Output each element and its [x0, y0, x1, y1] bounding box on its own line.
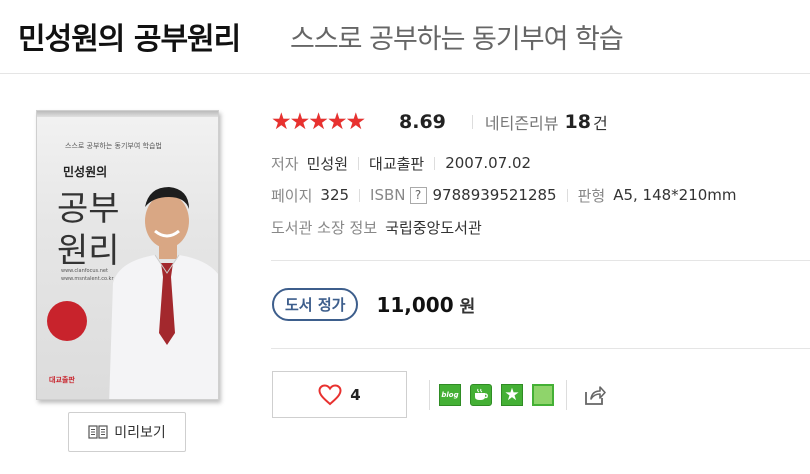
like-button[interactable]: 4 [272, 371, 407, 418]
rating-row: ★★★★★ ★★★★★ 8.69 네티즌리뷰 18 건 [271, 107, 608, 137]
publish-date: 2007.07.02 [445, 154, 532, 172]
format-label: 판형 [577, 186, 606, 205]
cover-publisher-logo: 대교출판 [49, 376, 75, 384]
bookmark-star-icon[interactable]: ★ [501, 384, 523, 406]
author-label: 저자 [271, 154, 299, 173]
rating-score: 8.69 [399, 111, 446, 133]
isbn-value: 9788939521285 [432, 186, 557, 204]
library-link[interactable]: 국립중앙도서관 [385, 217, 482, 238]
price-amount: 11,000 [376, 292, 454, 317]
isbn-help-icon[interactable]: ? [409, 186, 427, 204]
price-badge: 도서 정가 [272, 288, 359, 321]
pages-value: 325 [320, 186, 350, 204]
review-unit: 건 [592, 114, 608, 133]
price-unit: 원 [459, 297, 476, 317]
cover-subtitle: 스스로 공부하는 동기부여 학습법 [65, 142, 162, 150]
like-count: 4 [350, 385, 361, 404]
format-value: A5, 148*210mm [613, 186, 737, 204]
divider [359, 188, 361, 202]
divider [471, 115, 473, 129]
cover-edge [37, 111, 218, 117]
isbn-label: ISBN [370, 186, 406, 204]
publisher-link[interactable]: 대교출판 [369, 153, 424, 174]
share-icon[interactable] [581, 382, 607, 408]
preview-button-label: 미리보기 [114, 425, 166, 441]
star-rating-filled-icon: ★★★★★ [271, 110, 366, 134]
library-label: 도서관 소장 정보 [271, 218, 378, 237]
meta-spec-row: 페이지 325 ISBN ? 9788939521285 판형 A5, 148*… [271, 182, 737, 208]
book-cover-image[interactable]: 스스로 공부하는 동기부여 학습법 민성원의 공부 원리 www.clanfoc… [36, 110, 219, 400]
section-divider [271, 348, 810, 349]
blog-icon[interactable]: blog [439, 384, 461, 406]
book-title: 민성원의 공부원리 [18, 22, 241, 57]
book-subtitle: 스스로 공부하는 동기부여 학습 [290, 24, 624, 55]
meta-author-row: 저자 민성원 대교출판 2007.07.02 [271, 150, 531, 176]
book-preview-icon [88, 425, 108, 439]
divider [429, 380, 430, 410]
price-row: 도서 정가 11,000 원 [272, 288, 475, 321]
divider [566, 188, 568, 202]
cafe-icon[interactable] [470, 384, 492, 406]
share-bar: blog ★ [429, 378, 607, 412]
cover-person-illustration [109, 187, 218, 399]
author-link[interactable]: 민성원 [307, 153, 348, 174]
divider [358, 156, 360, 170]
meta-library-row: 도서관 소장 정보 국립중앙도서관 [271, 214, 482, 240]
preview-button[interactable]: 미리보기 [68, 412, 186, 452]
review-label[interactable]: 네티즌리뷰 [485, 110, 559, 134]
divider [566, 380, 567, 410]
review-count[interactable]: 18 [565, 111, 591, 133]
heart-outline-icon [318, 383, 342, 405]
page-header: 민성원의 공부원리 스스로 공부하는 동기부여 학습 [0, 0, 810, 74]
section-divider [271, 260, 810, 261]
cover-badge [47, 301, 87, 341]
memo-icon[interactable] [532, 384, 554, 406]
star-rating: ★★★★★ ★★★★★ [271, 110, 391, 134]
pages-label: 페이지 [271, 186, 313, 205]
divider [434, 156, 436, 170]
